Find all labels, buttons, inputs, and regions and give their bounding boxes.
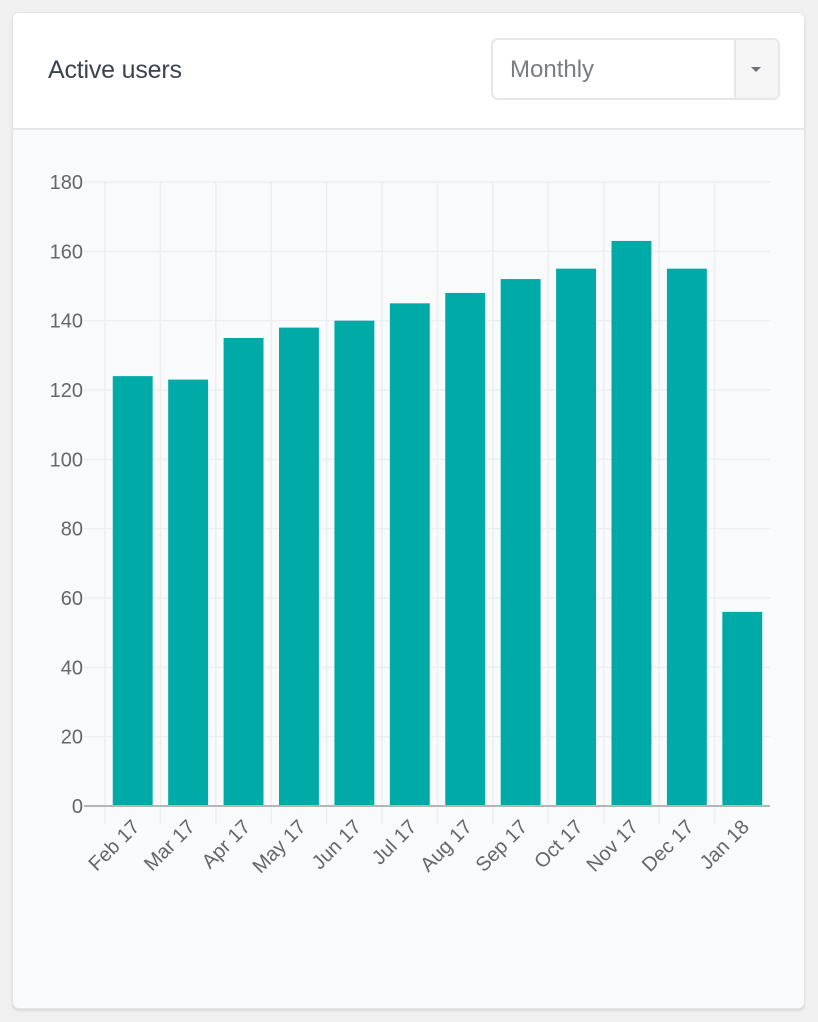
period-select[interactable]: Monthly [491,38,780,100]
period-select-toggle[interactable] [734,40,778,98]
caret-down-icon [751,67,761,72]
active-users-card: Active users Monthly [12,12,805,1009]
period-select-value: Monthly [510,56,595,83]
card-header: Active users Monthly [13,13,804,130]
card-title: Active users [48,56,182,84]
